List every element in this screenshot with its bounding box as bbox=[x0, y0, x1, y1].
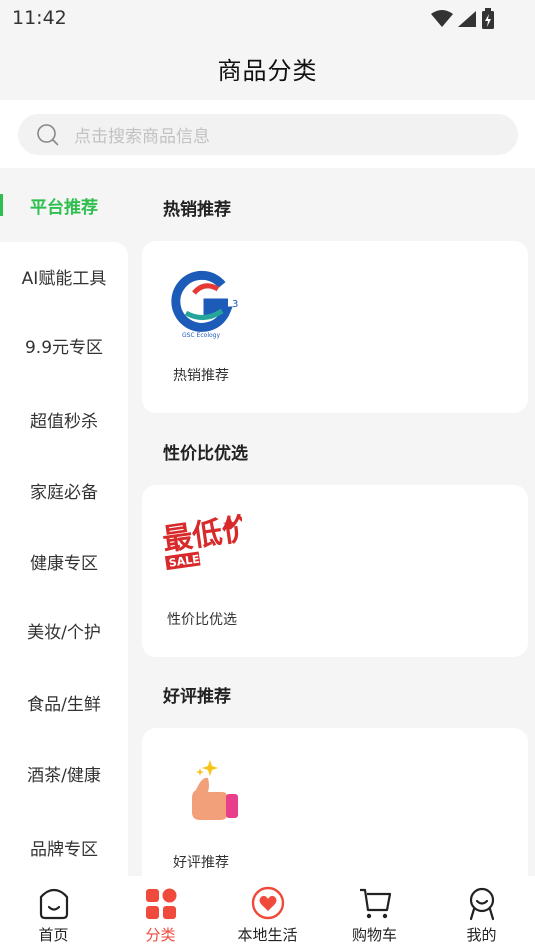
lowest-price-badge-icon: 最低价 SALE bbox=[162, 511, 242, 571]
card-hot-sales[interactable]: 3 GSC Ecology 热销推荐 bbox=[142, 241, 528, 413]
active-indicator bbox=[0, 194, 3, 216]
search-input[interactable]: 点击搜索商品信息 bbox=[18, 114, 518, 155]
tab-category[interactable]: 分类 bbox=[107, 876, 214, 951]
category-content: 热销推荐 3 GSC Ecology 热销推荐 性价比优选 最低价 SALE 性… bbox=[128, 168, 535, 876]
sidebar-item-9-9-zone[interactable]: 9.9元专区 bbox=[0, 325, 128, 365]
card-label: 好评推荐 bbox=[173, 855, 229, 871]
sidebar-item-platform-recommend[interactable]: 平台推荐 bbox=[0, 168, 128, 242]
home-icon bbox=[36, 886, 72, 922]
sidebar-item-beauty-care[interactable]: 美妆/个护 bbox=[0, 610, 128, 650]
sidebar-item-brand-zone[interactable]: 品牌专区 bbox=[0, 827, 128, 867]
status-icons bbox=[431, 8, 495, 30]
card-label: 热销推荐 bbox=[173, 368, 229, 384]
tab-label: 本地生活 bbox=[237, 926, 298, 944]
signal-icon bbox=[458, 11, 476, 27]
sidebar-list: AI赋能工具 9.9元专区 超值秒杀 家庭必备 健康专区 美妆/个护 食品/生鲜… bbox=[0, 242, 128, 882]
bottom-tab-bar: 首页 分类 本地生活 购物车 我的 bbox=[0, 876, 535, 951]
status-bar: 11:42 bbox=[0, 0, 535, 36]
battery-icon bbox=[482, 8, 494, 29]
tab-label: 首页 bbox=[38, 926, 69, 944]
section-title-top-rated: 好评推荐 bbox=[163, 687, 231, 707]
cart-icon bbox=[357, 886, 393, 922]
sidebar-item-flash-sale[interactable]: 超值秒杀 bbox=[0, 399, 128, 439]
sidebar-item-health-zone[interactable]: 健康专区 bbox=[0, 541, 128, 581]
logo-text: GSC Ecology bbox=[182, 332, 220, 339]
sidebar-item-food-fresh[interactable]: 食品/生鲜 bbox=[0, 682, 128, 722]
tab-label: 我的 bbox=[466, 926, 497, 944]
tab-label: 分类 bbox=[145, 926, 176, 944]
tab-label: 购物车 bbox=[351, 926, 397, 944]
svg-text:3: 3 bbox=[232, 299, 238, 310]
tab-profile[interactable]: 我的 bbox=[428, 876, 535, 951]
search-placeholder: 点击搜索商品信息 bbox=[74, 127, 210, 147]
card-value-picks[interactable]: 最低价 SALE 性价比优选 bbox=[142, 485, 528, 657]
category-icon bbox=[143, 886, 179, 922]
card-label: 性价比优选 bbox=[167, 612, 237, 628]
local-life-heart-icon bbox=[250, 886, 286, 922]
section-title-value-picks: 性价比优选 bbox=[163, 444, 248, 464]
sidebar-item-wine-tea[interactable]: 酒茶/健康 bbox=[0, 753, 128, 793]
page-title: 商品分类 bbox=[217, 56, 318, 85]
page-header: 商品分类 bbox=[0, 36, 535, 100]
wifi-icon bbox=[431, 10, 453, 27]
section-title-hot-sales: 热销推荐 bbox=[163, 200, 231, 220]
thumbs-up-icon bbox=[192, 760, 238, 820]
status-time: 11:42 bbox=[12, 7, 67, 29]
search-bar-container: 点击搜索商品信息 bbox=[0, 100, 535, 168]
profile-icon bbox=[464, 886, 500, 922]
category-sidebar: 平台推荐 AI赋能工具 9.9元专区 超值秒杀 家庭必备 健康专区 美妆/个护 … bbox=[0, 168, 128, 882]
tab-cart[interactable]: 购物车 bbox=[321, 876, 428, 951]
gsc-ecology-logo: 3 GSC Ecology bbox=[171, 270, 238, 339]
card-top-rated[interactable]: 好评推荐 bbox=[142, 728, 528, 876]
tab-home[interactable]: 首页 bbox=[0, 876, 107, 951]
search-icon bbox=[37, 123, 59, 146]
tab-local-life[interactable]: 本地生活 bbox=[214, 876, 321, 951]
sidebar-item-ai-tools[interactable]: AI赋能工具 bbox=[0, 256, 128, 296]
sidebar-item-label: 平台推荐 bbox=[30, 197, 98, 218]
sidebar-item-home-essentials[interactable]: 家庭必备 bbox=[0, 470, 128, 510]
